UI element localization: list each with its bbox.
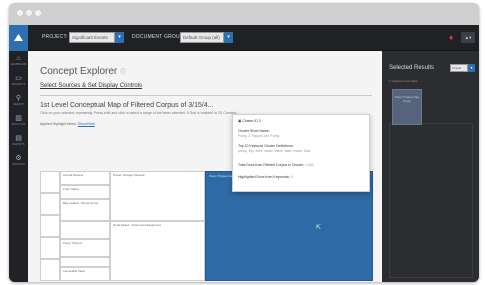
info-icon[interactable]: ⓘ bbox=[120, 70, 126, 76]
project-dropdown-icon[interactable]: ▾ bbox=[115, 32, 124, 43]
project-select[interactable]: Significant Events bbox=[69, 32, 115, 43]
map-title: 1st Level Conceptual Map of Filtered Cor… bbox=[40, 102, 214, 109]
browser-titlebar bbox=[9, 3, 479, 25]
tooltip-keywords-label: Top 10 Keyword Cluster Definitions: bbox=[238, 144, 294, 148]
app: PROJECT: Significant Events ▾ DOCUMENT G… bbox=[9, 25, 479, 282]
main-content: Concept Explorer ⓘ Select Sources & Set … bbox=[28, 51, 382, 282]
browser-window: PROJECT: Significant Events ▾ DOCUMENT G… bbox=[9, 3, 479, 282]
selected-results-subtitle: 1 Groups to Compare bbox=[389, 79, 418, 83]
select-sources-link[interactable]: Select Sources & Set Display Controls bbox=[40, 83, 142, 89]
result-thumbnail[interactable]: Pump Tripped Jan Pump bbox=[392, 89, 422, 125]
results-type-select[interactable]: Cluster bbox=[450, 64, 468, 72]
concept-cell[interactable]: Pump Tripped bbox=[60, 239, 110, 257]
concept-cell[interactable]: Rods Failed - Instrument Equipment bbox=[110, 221, 205, 281]
tooltip-cluster-label: Cluster Short Name: bbox=[238, 129, 270, 133]
divider bbox=[40, 95, 372, 96]
mouse-cursor-icon: ⇱ bbox=[316, 225, 322, 231]
tooltip-keywords-value: pump, trip, feed, water, valve, start, m… bbox=[238, 149, 311, 153]
selected-results-title: Selected Results bbox=[389, 65, 435, 71]
docgroup-label: DOCUMENT GROUP: bbox=[132, 34, 185, 40]
document-icon: ▤ bbox=[15, 135, 22, 142]
concept-cell[interactable] bbox=[40, 237, 60, 259]
app-logo[interactable] bbox=[9, 25, 28, 51]
tooltip-highlight-row: Highlighted Docs from Keywords: 0 bbox=[238, 175, 293, 179]
tooltip-docs-row: Total Docs from Filtered Corpus in Clust… bbox=[238, 163, 314, 167]
cluster-tooltip: ▣ Cluster ID 3 Cluster Short Name: Pump … bbox=[232, 114, 370, 192]
alert-icon[interactable]: ♦ bbox=[449, 33, 457, 42]
map-instructions: Click on your selection repeatedly. Pres… bbox=[40, 111, 240, 115]
highlight-row: Applied Highlight Items: Show/Hide bbox=[40, 122, 95, 126]
tooltip-header: ▣ Cluster ID 3 bbox=[238, 119, 261, 123]
search-icon: ⚲ bbox=[15, 95, 22, 102]
sidebar: ⌂ DASHBOARD ▭ PROJECTS ⚲ SEARCH ▥ ANALYT… bbox=[9, 51, 28, 282]
selected-results-panel: Selected Results Cluster ▾ 1 Groups to C… bbox=[382, 51, 479, 282]
sidebar-item-reports[interactable]: ▤ REPORTS bbox=[10, 135, 27, 153]
sidebar-item-analytics[interactable]: ▥ ANALYTICS bbox=[10, 115, 27, 133]
concept-cell[interactable] bbox=[60, 257, 110, 267]
concept-cell[interactable]: Annual Review bbox=[60, 171, 110, 185]
concept-cell[interactable] bbox=[40, 193, 60, 215]
user-menu-button[interactable]: ▲▾ bbox=[461, 32, 475, 43]
concept-cell[interactable]: From Safety bbox=[60, 185, 110, 199]
home-icon: ⌂ bbox=[16, 55, 21, 62]
logo-icon bbox=[14, 34, 23, 41]
window-maximize-dot[interactable] bbox=[35, 10, 41, 16]
concept-cell[interactable]: Bay Leaked - Pump Sump bbox=[60, 199, 110, 221]
folder-icon: ▭ bbox=[15, 75, 22, 82]
sidebar-item-projects[interactable]: ▭ PROJECTS bbox=[10, 75, 27, 93]
concept-column-level-1: Annual Review From Safety Bay Leaked - P… bbox=[60, 171, 110, 281]
selected-cluster-label: Pump Tripped Jan bbox=[209, 174, 234, 178]
project-label: PROJECT: bbox=[42, 34, 68, 40]
concept-cell[interactable] bbox=[60, 221, 110, 239]
concept-cell[interactable] bbox=[40, 215, 60, 237]
docgroup-dropdown-icon[interactable]: ▾ bbox=[224, 32, 233, 43]
concept-cell[interactable]: Power Change Network bbox=[110, 171, 205, 221]
bar-chart-icon: ▥ bbox=[15, 115, 22, 122]
concept-column-level-2: Power Change Network Rods Failed - Instr… bbox=[110, 171, 205, 281]
gear-icon: ⚙ bbox=[15, 155, 22, 162]
show-hide-link[interactable]: Show/Hide bbox=[78, 122, 95, 126]
tooltip-cluster-value: Pump 3 Tripped Jan Pump bbox=[238, 134, 280, 138]
window-close-dot[interactable] bbox=[17, 10, 23, 16]
sidebar-item-search[interactable]: ⚲ SEARCH bbox=[10, 95, 27, 113]
concept-cell[interactable] bbox=[40, 171, 60, 193]
window-minimize-dot[interactable] bbox=[26, 10, 32, 16]
sidebar-item-dashboard[interactable]: ⌂ DASHBOARD bbox=[10, 55, 27, 73]
concept-column-level-0 bbox=[40, 171, 60, 281]
top-bar: PROJECT: Significant Events ▾ DOCUMENT G… bbox=[9, 25, 479, 51]
docgroup-select[interactable]: Default Group (all) bbox=[180, 32, 224, 43]
concept-cell[interactable]: Inoperable Valve bbox=[60, 267, 110, 281]
concept-cell[interactable] bbox=[40, 259, 60, 281]
page-title: Concept Explorer ⓘ bbox=[40, 66, 127, 77]
results-list-area bbox=[389, 123, 473, 278]
results-dropdown-icon[interactable]: ▾ bbox=[468, 64, 475, 72]
sidebar-item-settings[interactable]: ⚙ SETTINGS bbox=[10, 155, 27, 173]
